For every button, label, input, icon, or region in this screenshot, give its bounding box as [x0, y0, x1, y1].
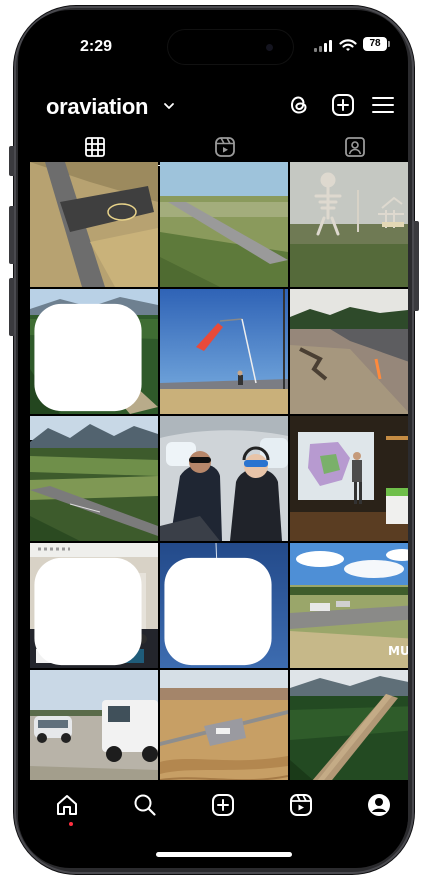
- profile-username[interactable]: oraviation: [46, 94, 148, 120]
- tab-reels[interactable]: [160, 130, 290, 164]
- chevron-down-icon[interactable]: [162, 99, 176, 113]
- post-photo: MULIN: [290, 543, 408, 668]
- post-photo: [160, 289, 288, 414]
- plus-square-icon[interactable]: [330, 92, 356, 118]
- post-tile[interactable]: MULIN: [290, 543, 408, 668]
- post-tile[interactable]: [160, 670, 288, 795]
- status-bar: 2:29 78: [18, 10, 408, 70]
- post-tile[interactable]: [30, 289, 158, 414]
- tab-tagged[interactable]: [290, 130, 408, 164]
- notification-dot: [69, 822, 73, 826]
- profile-header: oraviation: [18, 78, 408, 122]
- post-photo: [160, 162, 288, 287]
- camera-dot: [266, 44, 273, 51]
- nav-home[interactable]: [52, 790, 82, 820]
- post-tile[interactable]: [30, 543, 158, 668]
- post-photo: [290, 416, 408, 541]
- grid-icon: [85, 137, 105, 157]
- post-tile[interactable]: [290, 289, 408, 414]
- post-tile[interactable]: [160, 162, 288, 287]
- post-tile[interactable]: [160, 416, 288, 541]
- multiple-posts-icon: [164, 557, 272, 666]
- post-tile[interactable]: [160, 543, 288, 668]
- reels-icon: [215, 137, 235, 157]
- content-tabs: [18, 130, 408, 166]
- nav-search[interactable]: [130, 790, 160, 820]
- action-button: [9, 146, 14, 176]
- post-photo: [30, 162, 158, 287]
- home-indicator: [156, 852, 292, 857]
- post-photo: [160, 670, 288, 795]
- post-tile[interactable]: [30, 670, 158, 795]
- threads-icon[interactable]: [286, 92, 312, 118]
- home-icon: [57, 795, 77, 815]
- reels-icon: [290, 794, 312, 816]
- post-tile[interactable]: [160, 289, 288, 414]
- post-tile[interactable]: [290, 162, 408, 287]
- profile-icon: [368, 794, 390, 816]
- post-tile[interactable]: [30, 416, 158, 541]
- battery-indicator: 78: [363, 37, 390, 51]
- post-photo: [30, 416, 158, 541]
- runway-marking: MULIN: [388, 644, 408, 658]
- nav-reels[interactable]: [286, 790, 316, 820]
- post-tile[interactable]: [290, 670, 408, 795]
- status-time: 2:29: [80, 38, 113, 55]
- dynamic-island: [168, 30, 293, 64]
- post-photo: [290, 162, 408, 287]
- nav-create[interactable]: [208, 790, 238, 820]
- create-icon: [212, 794, 234, 816]
- post-tile[interactable]: [30, 162, 158, 287]
- post-photo: [290, 670, 408, 795]
- cellular-signal-icon: [314, 40, 332, 52]
- post-photo: [290, 289, 408, 414]
- volume-up-button: [9, 206, 14, 264]
- post-tile[interactable]: [290, 416, 408, 541]
- search-icon: [134, 794, 156, 816]
- multiple-posts-icon: [34, 557, 142, 666]
- post-photo: [160, 416, 288, 541]
- multiple-posts-icon: [34, 303, 142, 412]
- wifi-icon: [339, 39, 357, 51]
- power-button: [414, 221, 419, 311]
- hamburger-menu-icon[interactable]: [370, 92, 396, 118]
- post-photo: [30, 670, 158, 795]
- volume-down-button: [9, 278, 14, 336]
- tagged-person-icon: [345, 137, 365, 157]
- bottom-tab-bar: [18, 780, 408, 830]
- nav-profile[interactable]: [364, 790, 394, 820]
- tab-grid[interactable]: [30, 130, 160, 164]
- phone-screen: 2:29 78 oraviation MU: [18, 10, 408, 868]
